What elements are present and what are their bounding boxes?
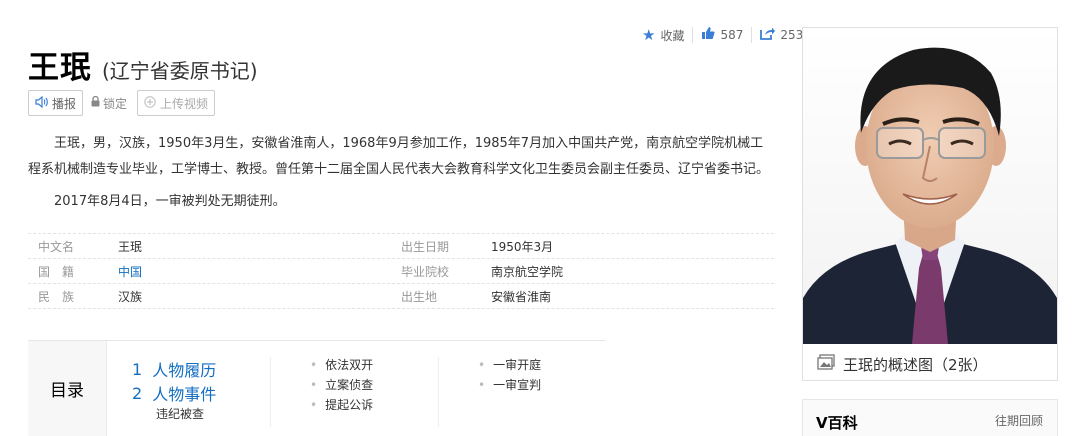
verdict-text: 2017年8月4日，一审被判处无期徒刑。	[54, 194, 286, 209]
summary-text: 王珉，男，汉族，1950年3月生，安徽省淮南人，1968年9月参加工作，1985…	[28, 136, 770, 177]
broadcast-label: 播报	[52, 96, 77, 111]
verdict-paragraph: 2017年8月4日，一审被判处无期徒刑。	[28, 189, 774, 215]
info-value: 南京航空学院	[491, 264, 564, 279]
like-count: 587	[720, 28, 744, 42]
action-buttons: 播报 锁定 上传视频	[28, 90, 216, 116]
toc-item-career[interactable]: 1 人物履历	[132, 357, 216, 381]
info-row: 民 族 汉族 出生地 安徽省淮南	[28, 283, 774, 309]
toc-number: 2	[132, 383, 143, 403]
basic-info-table: 中文名 王珉 出生日期 1950年3月 国 籍 中国 毕业院校 南京航空学院 民…	[28, 233, 774, 309]
speaker-icon	[35, 95, 48, 111]
title-subtitle: (辽宁省委原书记)	[102, 59, 258, 83]
divider	[751, 27, 753, 43]
favorite-button[interactable]: ★ 收藏	[642, 26, 684, 44]
share-icon	[760, 26, 776, 44]
toc-subitem[interactable]: 违纪被查	[132, 405, 216, 422]
star-icon: ★	[642, 26, 656, 44]
portrait-photo[interactable]	[803, 28, 1057, 344]
top-action-bar: ★ 收藏 587 253	[642, 26, 803, 44]
toc-text: 人物履历	[152, 361, 217, 380]
page-title: 王珉 (辽宁省委原书记)	[28, 42, 258, 87]
like-button[interactable]: 587	[701, 26, 743, 44]
thumbs-up-icon	[701, 26, 716, 44]
upload-video-button[interactable]: 上传视频	[137, 90, 216, 116]
share-count: 253	[780, 28, 804, 42]
info-row: 中文名 王珉 出生日期 1950年3月	[28, 233, 774, 258]
info-key: 毕业院校	[401, 264, 450, 279]
past-issues-link[interactable]: 往期回顾	[995, 412, 1043, 429]
info-key: 民 族	[38, 289, 75, 304]
toc-subitem[interactable]: 立案侦查	[310, 375, 373, 395]
toc-divider	[438, 357, 439, 427]
toc-column-1: 1 人物履历 2 人物事件 违纪被查	[132, 357, 216, 422]
toc-number: 1	[132, 359, 143, 379]
info-row: 国 籍 中国 毕业院校 南京航空学院	[28, 258, 774, 283]
favorite-label: 收藏	[660, 28, 685, 43]
info-value: 安徽省淮南	[491, 289, 552, 304]
gallery-icon	[817, 354, 835, 374]
lock-label: 锁定	[103, 96, 128, 111]
info-key: 出生地	[401, 289, 438, 304]
info-value: 汉族	[118, 289, 143, 304]
toc-divider	[270, 357, 271, 427]
caption-text: 王珉的概述图（2张）	[843, 355, 988, 374]
divider	[692, 27, 694, 43]
toc-subitem[interactable]: 提起公诉	[310, 395, 373, 415]
toc-column-2: 依法双开 立案侦查 提起公诉	[310, 355, 373, 415]
info-key: 出生日期	[401, 239, 450, 254]
toc-text: 人物事件	[152, 385, 217, 404]
toc-item-events[interactable]: 2 人物事件	[132, 381, 216, 405]
info-value: 1950年3月	[491, 239, 554, 254]
upload-video-label: 上传视频	[160, 96, 209, 111]
toc-label: 目录	[28, 341, 107, 436]
plus-circle-icon	[144, 95, 156, 111]
vbaike-title: V百科	[816, 414, 858, 432]
vbaike-panel: V百科 往期回顾	[802, 399, 1058, 436]
nationality-link[interactable]: 中国	[118, 263, 401, 280]
lock-status: 锁定	[91, 95, 127, 112]
toc-subitem[interactable]: 依法双开	[310, 355, 373, 375]
toc-column-3: 一审开庭 一审宣判	[478, 355, 541, 395]
lock-icon	[91, 95, 100, 110]
share-button[interactable]: 253	[760, 26, 803, 44]
image-caption[interactable]: 王珉的概述图（2张）	[803, 350, 1057, 378]
toc-subitem[interactable]: 一审开庭	[478, 355, 541, 375]
summary-paragraph: 王珉，男，汉族，1950年3月生，安徽省淮南人，1968年9月参加工作，1985…	[28, 131, 774, 183]
info-key: 中文名	[38, 239, 75, 254]
broadcast-button[interactable]: 播报	[28, 90, 84, 116]
info-value: 王珉	[118, 239, 143, 254]
toc-subitem[interactable]: 一审宣判	[478, 375, 541, 395]
info-key: 国 籍	[38, 264, 75, 279]
summary-image-card[interactable]: 王珉的概述图（2张）	[802, 27, 1058, 381]
title-name: 王珉	[28, 50, 92, 86]
table-of-contents: 目录 1 人物履历 2 人物事件 违纪被查 依法双开 立案侦查 提起公诉 一审开…	[28, 340, 606, 436]
